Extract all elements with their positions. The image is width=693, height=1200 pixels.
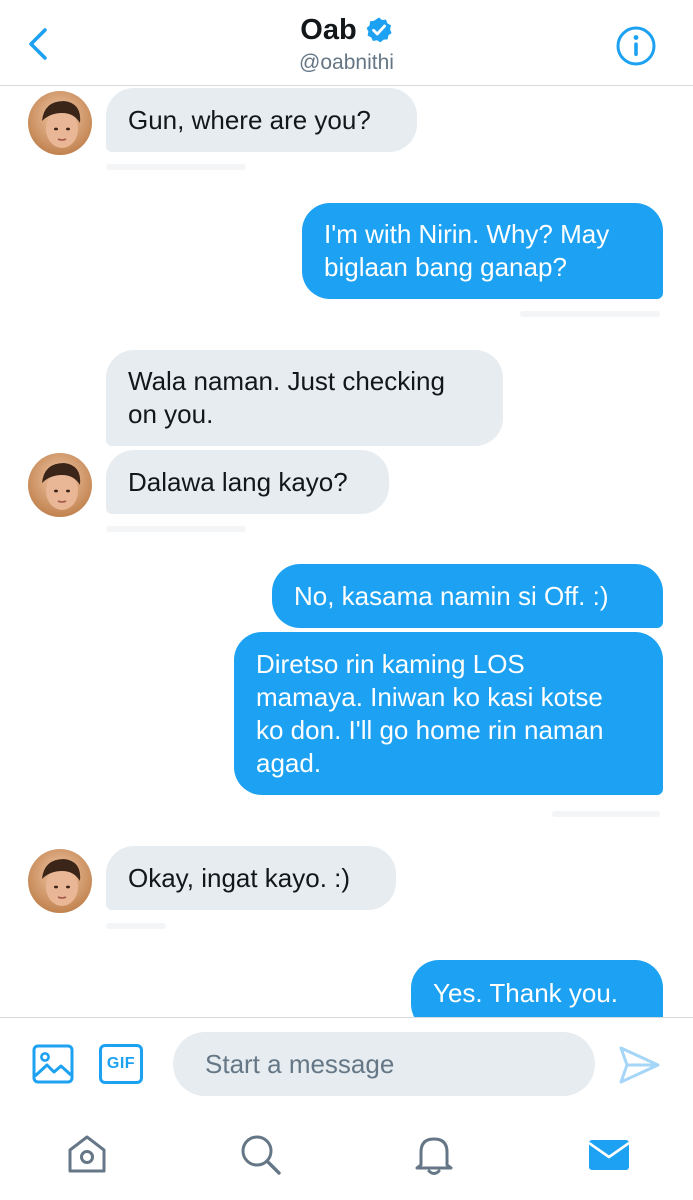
message-line: agad.	[256, 747, 322, 778]
message-text: Okay, ingat kayo. :)	[128, 862, 351, 893]
incoming-message[interactable]: Okay, ingat kayo. :)	[106, 846, 396, 910]
message-thread[interactable]: Gun, where are you? I'm with Nirin. Why?…	[0, 87, 693, 1017]
avatar[interactable]	[28, 91, 92, 155]
message-timestamp	[520, 311, 660, 317]
message-line: Diretso rin kaming LOS	[256, 648, 525, 679]
outgoing-message[interactable]: Diretso rin kaming LOS mamaya. Iniwan ko…	[234, 632, 663, 795]
avatar[interactable]	[28, 453, 92, 517]
incoming-message[interactable]: Dalawa lang kayo?	[106, 450, 389, 514]
home-icon[interactable]	[64, 1131, 110, 1177]
incoming-message[interactable]: Wala naman. Just checking on you.	[106, 350, 503, 446]
outgoing-message[interactable]: No, kasama namin si Off. :)	[272, 564, 663, 628]
send-icon[interactable]	[617, 1044, 661, 1086]
avatar[interactable]	[28, 849, 92, 913]
contact-handle: @oabnithi	[299, 51, 394, 74]
bell-icon[interactable]	[411, 1131, 457, 1177]
incoming-message[interactable]: Gun, where are you?	[106, 88, 417, 152]
outgoing-message[interactable]: Yes. Thank you.	[411, 960, 663, 1017]
avatar-image	[28, 453, 92, 517]
search-icon[interactable]	[237, 1131, 283, 1177]
message-timestamp	[106, 526, 246, 532]
message-line: Wala naman. Just checking	[128, 366, 445, 396]
bottom-tab-bar	[0, 1109, 693, 1200]
outgoing-message[interactable]: I'm with Nirin. Why? May biglaan bang ga…	[302, 203, 663, 299]
gif-button[interactable]: GIF	[99, 1044, 143, 1084]
message-line: on you.	[128, 399, 214, 429]
header-title-group: Oab @oabnithi	[0, 12, 693, 76]
conversation-header: Oab @oabnithi	[0, 0, 693, 86]
contact-name: Oab	[300, 14, 357, 46]
avatar-image	[28, 849, 92, 913]
message-timestamp	[106, 164, 246, 170]
message-text: No, kasama namin si Off. :)	[294, 580, 609, 611]
gif-label: GIF	[106, 1055, 136, 1072]
message-input[interactable]	[173, 1032, 595, 1096]
message-line: biglaan bang ganap?	[324, 252, 567, 282]
envelope-icon[interactable]	[586, 1131, 632, 1177]
message-text: Gun, where are you?	[128, 104, 371, 135]
message-line: I'm with Nirin. Why? May	[324, 219, 610, 249]
info-icon[interactable]	[614, 24, 658, 68]
contact-name-row: Oab	[300, 12, 392, 48]
message-text: Dalawa lang kayo?	[128, 466, 348, 497]
verified-badge-icon	[366, 17, 392, 43]
message-composer: GIF	[0, 1017, 693, 1109]
image-icon[interactable]	[32, 1044, 74, 1084]
message-timestamp	[552, 811, 660, 817]
message-line: mamaya. Iniwan ko kasi kotse	[256, 681, 603, 712]
message-timestamp	[106, 923, 166, 929]
message-line: ko don. I'll go home rin naman	[256, 714, 604, 745]
avatar-image	[28, 91, 92, 155]
message-text: Yes. Thank you.	[433, 977, 619, 1008]
